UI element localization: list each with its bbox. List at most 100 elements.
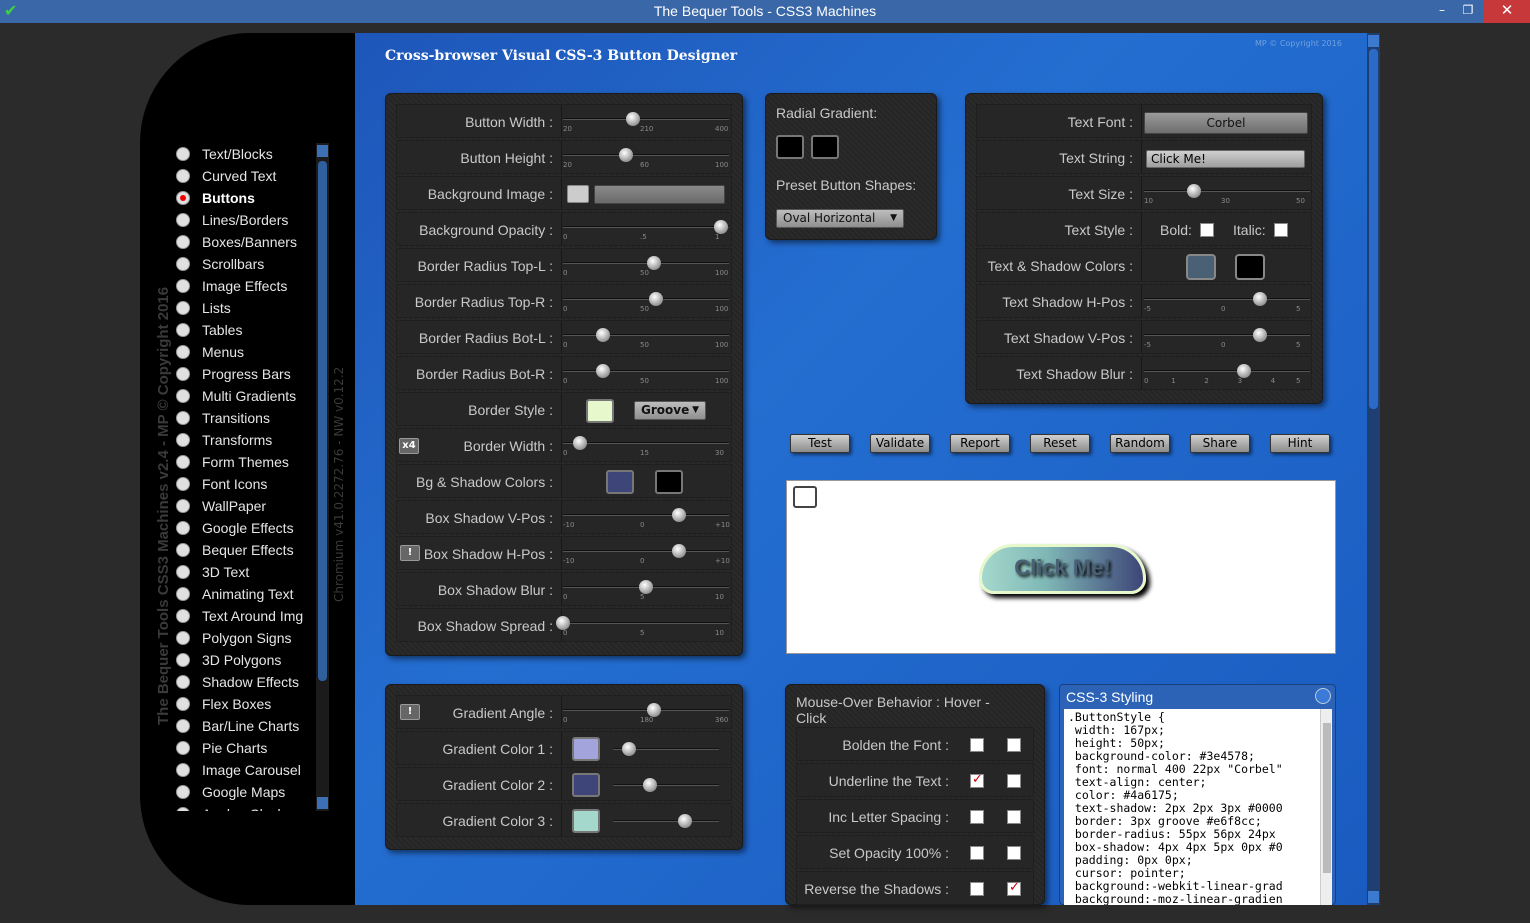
click-checkbox[interactable] xyxy=(1007,774,1021,788)
radio-icon[interactable] xyxy=(176,169,190,183)
slider-gradient-angle[interactable]: 0 180 360 xyxy=(563,700,729,724)
bg-image-checkbox[interactable] xyxy=(567,185,589,203)
click-checkbox[interactable] xyxy=(1007,880,1021,896)
radio-icon[interactable] xyxy=(176,477,190,491)
action-button-random[interactable]: Random xyxy=(1110,434,1170,453)
radio-icon[interactable] xyxy=(176,763,190,777)
radio-icon[interactable] xyxy=(176,367,190,381)
radio-icon[interactable] xyxy=(176,235,190,249)
click-checkbox[interactable] xyxy=(1007,810,1021,824)
sidebar-item[interactable]: Text/Blocks xyxy=(172,143,312,165)
scroll-thumb[interactable] xyxy=(1323,723,1331,873)
sidebar-item[interactable]: Image Carousel xyxy=(172,759,312,781)
sidebar-item[interactable]: Polygon Signs xyxy=(172,627,312,649)
border-style-select[interactable]: Groove ▼ xyxy=(634,401,706,420)
sidebar-item[interactable]: Lists xyxy=(172,297,312,319)
hover-checkbox[interactable] xyxy=(970,882,984,896)
radio-icon[interactable] xyxy=(176,697,190,711)
action-button-test[interactable]: Test xyxy=(790,434,850,453)
click-checkbox[interactable] xyxy=(1007,846,1021,860)
sidebar-item[interactable]: Text Around Img xyxy=(172,605,312,627)
slider-knob[interactable] xyxy=(595,328,610,342)
scroll-up-arrow[interactable] xyxy=(1368,35,1379,47)
slider-knob[interactable] xyxy=(672,544,687,558)
radio-icon[interactable] xyxy=(176,741,190,755)
slider-knob[interactable] xyxy=(647,256,662,270)
radio-icon[interactable] xyxy=(176,433,190,447)
sidebar-item[interactable]: Tables xyxy=(172,319,312,341)
radio-icon[interactable] xyxy=(176,785,190,799)
sidebar-item[interactable]: Google Maps xyxy=(172,781,312,803)
nav-scrollbar[interactable] xyxy=(316,143,329,811)
radio-icon[interactable] xyxy=(176,257,190,271)
radio-icon[interactable] xyxy=(176,389,190,403)
radio-icon[interactable] xyxy=(176,301,190,315)
slider-knob[interactable] xyxy=(713,220,728,234)
slider-box-shadow-h[interactable]: -10 0 +10 xyxy=(563,541,730,565)
scroll-thumb[interactable] xyxy=(1369,49,1378,409)
sidebar-item[interactable]: 3D Text xyxy=(172,561,312,583)
slider-knob[interactable] xyxy=(1236,364,1251,378)
hover-checkbox[interactable] xyxy=(970,772,984,788)
gradient-color-swatch[interactable] xyxy=(572,809,600,833)
slider-box-shadow-v[interactable]: -10 0 +10 xyxy=(563,505,730,529)
preset-shape-select[interactable]: Oval Horizontal ▼ xyxy=(776,209,904,228)
sidebar-item[interactable]: Flex Boxes xyxy=(172,693,312,715)
slider-border-width[interactable]: 0 15 30 xyxy=(563,433,729,457)
sample-button[interactable]: Click Me! xyxy=(979,544,1146,594)
sidebar-item[interactable]: 3D Polygons xyxy=(172,649,312,671)
radial-color-2[interactable] xyxy=(811,135,839,159)
close-button[interactable]: ✕ xyxy=(1484,0,1530,23)
sidebar-item[interactable]: Buttons xyxy=(172,187,312,209)
hover-checkbox[interactable] xyxy=(970,846,984,860)
slider-knob[interactable] xyxy=(625,112,640,126)
radio-icon[interactable] xyxy=(176,323,190,337)
slider-knob[interactable] xyxy=(647,703,662,717)
css-copy-icon[interactable] xyxy=(1315,688,1331,704)
radio-icon[interactable] xyxy=(176,543,190,557)
slider-br-br[interactable]: 0 50 100 xyxy=(563,361,729,385)
sidebar-item[interactable]: WallPaper xyxy=(172,495,312,517)
sidebar-item[interactable]: Multi Gradients xyxy=(172,385,312,407)
x4-button[interactable]: x4 xyxy=(399,438,419,454)
action-button-report[interactable]: Report xyxy=(950,434,1010,453)
slider-br-tr[interactable]: 0 50 100 xyxy=(563,289,729,313)
sidebar-item[interactable]: Shadow Effects xyxy=(172,671,312,693)
text-shadow-color-swatch[interactable] xyxy=(1235,254,1265,280)
click-checkbox[interactable] xyxy=(1007,738,1021,752)
slider-knob[interactable] xyxy=(572,436,587,450)
slider-knob[interactable] xyxy=(648,292,663,306)
slider-button-width[interactable]: 20 210 400 xyxy=(563,109,729,133)
maximize-button[interactable]: ❐ xyxy=(1458,0,1478,23)
radio-icon[interactable] xyxy=(176,587,190,601)
radio-icon[interactable] xyxy=(176,521,190,535)
bold-checkbox[interactable] xyxy=(1200,223,1214,237)
slider-knob[interactable] xyxy=(672,508,687,522)
slider-box-shadow-spread[interactable]: 0 5 10 xyxy=(556,613,729,637)
radio-icon[interactable] xyxy=(176,631,190,645)
sidebar-item[interactable]: Progress Bars xyxy=(172,363,312,385)
sidebar-item[interactable]: Lines/Borders xyxy=(172,209,312,231)
sidebar-item[interactable]: Image Effects xyxy=(172,275,312,297)
slider-knob[interactable] xyxy=(619,148,634,162)
action-button-validate[interactable]: Validate xyxy=(870,434,930,453)
radio-icon[interactable] xyxy=(176,675,190,689)
radio-icon[interactable] xyxy=(176,279,190,293)
slider-br-tl[interactable]: 0 50 100 xyxy=(563,253,729,277)
sidebar-item[interactable]: Google Effects xyxy=(172,517,312,539)
sidebar-item[interactable]: Transforms xyxy=(172,429,312,451)
slider-knob[interactable] xyxy=(621,742,636,756)
italic-checkbox[interactable] xyxy=(1274,223,1288,237)
sidebar-item[interactable]: Bequer Effects xyxy=(172,539,312,561)
minimize-button[interactable]: – xyxy=(1432,0,1452,23)
radial-color-1[interactable] xyxy=(776,135,804,159)
sidebar-item[interactable]: Animating Text xyxy=(172,583,312,605)
radio-icon[interactable] xyxy=(176,345,190,359)
sidebar-item[interactable]: Transitions xyxy=(172,407,312,429)
css-scrollbar[interactable] xyxy=(1320,709,1332,905)
border-color-swatch[interactable] xyxy=(586,399,614,423)
info-button[interactable]: ! xyxy=(400,704,420,720)
sidebar-item[interactable]: Form Themes xyxy=(172,451,312,473)
radio-icon[interactable] xyxy=(176,455,190,469)
slider-knob[interactable] xyxy=(556,616,570,630)
